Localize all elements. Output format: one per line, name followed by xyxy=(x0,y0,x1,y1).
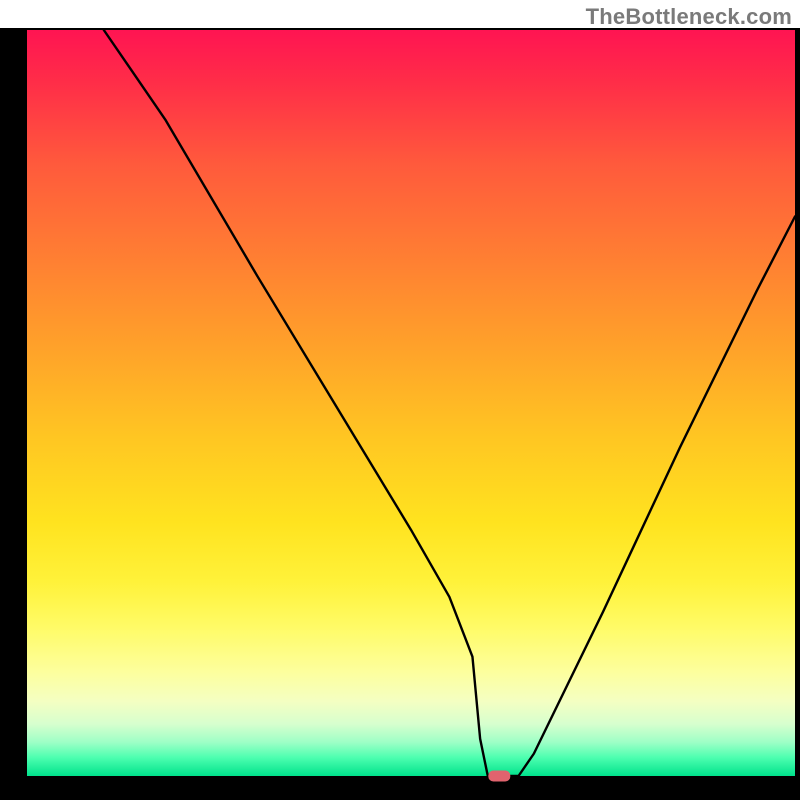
chart-container: TheBottleneck.com xyxy=(0,0,800,800)
watermark-text: TheBottleneck.com xyxy=(586,4,792,30)
optimal-marker xyxy=(488,771,510,782)
bottleneck-chart xyxy=(0,0,800,800)
plot-area xyxy=(27,30,795,776)
